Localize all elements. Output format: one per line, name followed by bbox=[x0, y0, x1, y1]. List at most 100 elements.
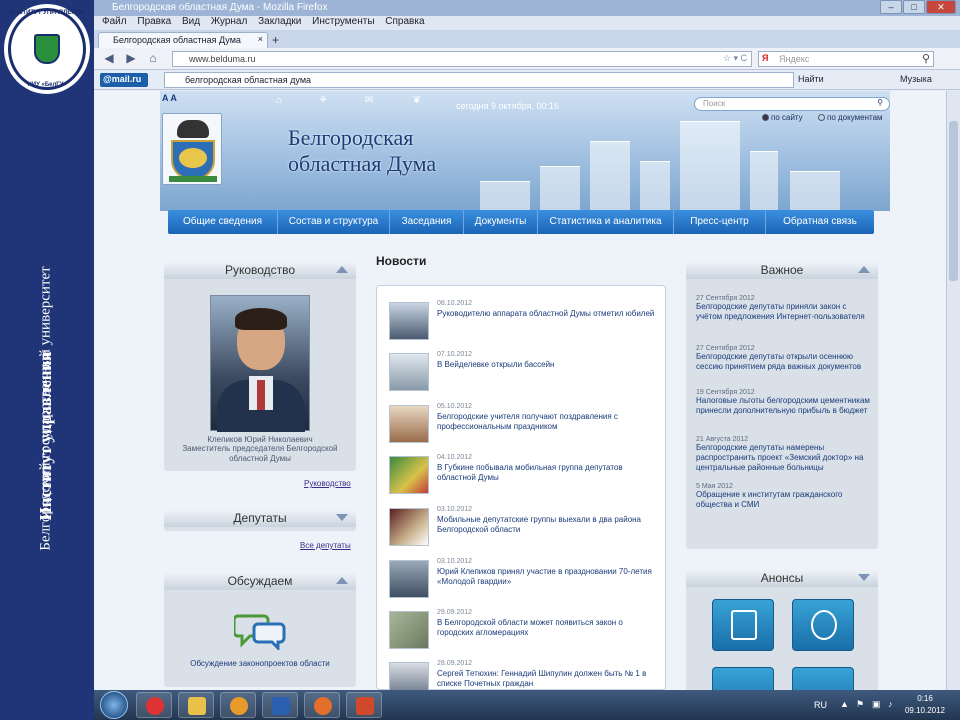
url-bar[interactable]: www.belduma.ru ☆ ▾ C bbox=[172, 51, 752, 67]
taskbar-powerpoint[interactable] bbox=[346, 692, 382, 718]
taskbar-explorer[interactable] bbox=[178, 692, 214, 718]
browser-search-box[interactable]: Я Яндекс ⚲ bbox=[758, 51, 934, 67]
news-item[interactable]: 29.09.2012 В Белгородской области может … bbox=[389, 609, 661, 653]
panel-header[interactable]: Депутаты bbox=[164, 509, 356, 527]
important-item[interactable]: 21 Августа 2012 Белгородские депутаты на… bbox=[696, 436, 872, 473]
tray-clock[interactable]: 0:16 09.10.2012 bbox=[900, 693, 950, 717]
news-link[interactable]: Юрий Клепиков принял участие в празднова… bbox=[437, 567, 659, 587]
news-thumbnail[interactable] bbox=[389, 405, 429, 443]
start-button[interactable] bbox=[100, 691, 128, 719]
news-thumbnail[interactable] bbox=[389, 560, 429, 598]
new-tab-icon[interactable]: + bbox=[272, 33, 279, 47]
all-deputies-link[interactable]: Все депутаты bbox=[300, 541, 351, 550]
collapse-arrow-icon[interactable] bbox=[336, 266, 348, 273]
news-link[interactable]: Мобильные депутатские группы выехали в д… bbox=[437, 515, 659, 535]
menu-history[interactable]: Журнал bbox=[211, 16, 248, 27]
news-thumbnail[interactable] bbox=[389, 353, 429, 391]
news-item[interactable]: 03.10.2012 Юрий Клепиков принял участие … bbox=[389, 558, 661, 602]
panel-header[interactable]: Важное bbox=[686, 261, 878, 279]
close-button[interactable]: ✕ bbox=[926, 0, 956, 14]
important-link[interactable]: Белгородские депутаты намерены распростр… bbox=[696, 443, 872, 473]
sitemap-icon[interactable]: ⚘ bbox=[316, 95, 330, 106]
find-button[interactable]: Найти bbox=[798, 74, 824, 84]
search-icon[interactable]: ⚲ bbox=[922, 52, 930, 65]
region-crest-icon[interactable] bbox=[162, 113, 222, 185]
font-size-toggle[interactable]: A A bbox=[162, 93, 177, 103]
bookmark-star-icon[interactable]: ☆ ▾ C bbox=[723, 53, 747, 64]
discussion-link[interactable]: Обсуждение законопроектов области bbox=[164, 659, 356, 668]
important-item[interactable]: 27 Сентября 2012 Белгородские депутаты о… bbox=[696, 345, 872, 372]
nav-structure[interactable]: Состав и структура bbox=[278, 210, 390, 234]
news-link[interactable]: Сергей Тетюхин: Геннадий Шипулин должен … bbox=[437, 669, 659, 689]
scroll-thumb[interactable] bbox=[949, 121, 958, 281]
news-link[interactable]: Руководителю аппарата областной Думы отм… bbox=[437, 309, 659, 319]
news-thumbnail[interactable] bbox=[389, 456, 429, 494]
menu-view[interactable]: Вид bbox=[182, 16, 200, 27]
nav-documents[interactable]: Документы bbox=[464, 210, 538, 234]
announcement-icon[interactable] bbox=[712, 667, 774, 690]
menu-bookmarks[interactable]: Закладки bbox=[258, 16, 301, 27]
nav-sessions[interactable]: Заседания bbox=[390, 210, 464, 234]
important-item[interactable]: 19 Сентября 2012 Налоговые льготы белгор… bbox=[696, 389, 872, 416]
leadership-link[interactable]: Руководство bbox=[304, 479, 351, 488]
page-scrollbar[interactable] bbox=[946, 91, 960, 690]
nav-press[interactable]: Пресс-центр bbox=[674, 210, 766, 234]
home-icon[interactable]: ⌂ bbox=[144, 51, 162, 67]
leader-photo[interactable] bbox=[210, 295, 310, 432]
collapse-arrow-icon[interactable] bbox=[858, 266, 870, 273]
taskbar-word[interactable] bbox=[262, 692, 298, 718]
chat-bubbles-icon[interactable] bbox=[234, 610, 286, 650]
maximize-button[interactable]: □ bbox=[903, 0, 925, 14]
network-icon[interactable]: ▣ bbox=[872, 699, 882, 709]
flag-icon[interactable]: ⚑ bbox=[856, 699, 866, 709]
news-link[interactable]: В Белгородской области может появиться з… bbox=[437, 618, 659, 638]
mailru-logo[interactable]: @mail.ru bbox=[100, 73, 148, 87]
search-icon[interactable]: ⚲ bbox=[877, 98, 883, 107]
taskbar-firefox[interactable] bbox=[304, 692, 340, 718]
announcement-icon[interactable] bbox=[792, 667, 854, 690]
news-link[interactable]: В Губкине побывала мобильная группа депу… bbox=[437, 463, 659, 483]
nav-general[interactable]: Общие сведения bbox=[168, 210, 278, 234]
news-item[interactable]: 28.09.2012 Сергей Тетюхин: Геннадий Шипу… bbox=[389, 660, 661, 690]
important-link[interactable]: Налоговые льготы белгородским цементника… bbox=[696, 396, 872, 416]
expand-arrow-icon[interactable] bbox=[858, 574, 870, 581]
tray-arrow-icon[interactable]: ▲ bbox=[840, 699, 850, 709]
taskbar-opera[interactable] bbox=[136, 692, 172, 718]
news-item[interactable]: 03.10.2012 Мобильные депутатские группы … bbox=[389, 506, 661, 550]
important-item[interactable]: 5 Мая 2012 Обращение к институтам гражда… bbox=[696, 483, 872, 510]
radio-search-site[interactable]: по сайту bbox=[762, 113, 803, 122]
news-item[interactable]: 07.10.2012 В Вейделевке открыли бассейн bbox=[389, 351, 661, 395]
tab-close-icon[interactable]: × bbox=[258, 34, 263, 44]
nav-statistics[interactable]: Статистика и аналитика bbox=[538, 210, 674, 234]
nav-feedback[interactable]: Обратная связь bbox=[766, 210, 874, 234]
news-item[interactable]: 04.10.2012 В Губкине побывала мобильная … bbox=[389, 454, 661, 498]
panel-header[interactable]: Руководство bbox=[164, 261, 356, 279]
taskbar-app[interactable] bbox=[220, 692, 256, 718]
back-icon[interactable]: ◀ bbox=[100, 51, 118, 67]
mail-icon[interactable]: ✉ bbox=[362, 95, 376, 106]
menu-file[interactable]: Файл bbox=[102, 16, 127, 27]
panel-header[interactable]: Обсуждаем bbox=[164, 572, 356, 590]
home-icon[interactable]: ⌂ bbox=[272, 95, 286, 106]
menu-help[interactable]: Справка bbox=[385, 16, 424, 27]
forward-icon[interactable]: ▶ bbox=[122, 51, 140, 67]
important-link[interactable]: Белгородские депутаты открыли осеннюю се… bbox=[696, 352, 872, 372]
site-search-input[interactable]: Поиск ⚲ bbox=[694, 97, 890, 111]
news-thumbnail[interactable] bbox=[389, 662, 429, 690]
menu-edit[interactable]: Правка bbox=[137, 16, 171, 27]
volume-icon[interactable]: ♪ bbox=[888, 699, 898, 709]
news-item[interactable]: 08.10.2012 Руководителю аппарата областн… bbox=[389, 300, 661, 344]
radio-search-docs[interactable]: по документам bbox=[818, 113, 883, 122]
news-item[interactable]: 05.10.2012 Белгородские учителя получают… bbox=[389, 403, 661, 447]
news-link[interactable]: В Вейделевке открыли бассейн bbox=[437, 360, 659, 370]
browser-tab[interactable]: Белгородская областная Дума × bbox=[98, 32, 268, 48]
news-thumbnail[interactable] bbox=[389, 611, 429, 649]
panel-header[interactable]: Анонсы bbox=[686, 569, 878, 587]
expand-arrow-icon[interactable] bbox=[336, 514, 348, 521]
news-thumbnail[interactable] bbox=[389, 508, 429, 546]
mailru-search-input[interactable]: белгородская областная дума bbox=[164, 72, 794, 88]
important-link[interactable]: Белгородские депутаты приняли закон с уч… bbox=[696, 302, 872, 322]
important-item[interactable]: 27 Сентября 2012 Белгородские депутаты п… bbox=[696, 295, 872, 322]
twitter-icon[interactable]: ❦ bbox=[410, 95, 424, 106]
important-link[interactable]: Обращение к институтам гражданского обще… bbox=[696, 490, 872, 510]
